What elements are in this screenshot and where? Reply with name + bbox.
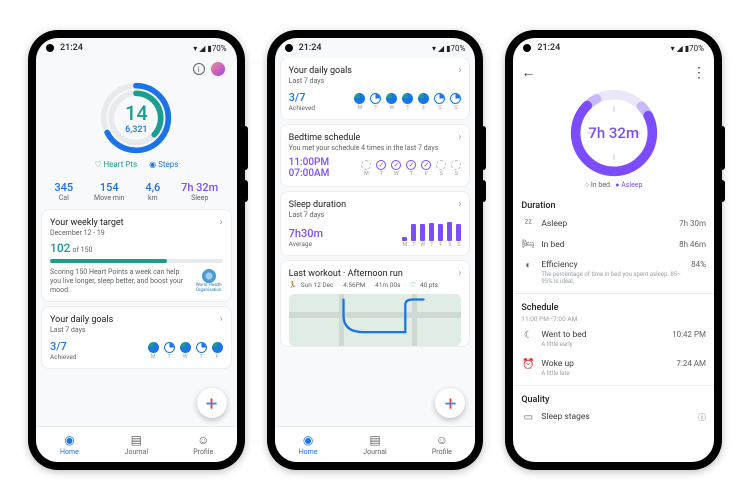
row-woke-up[interactable]: ⏰ Woke up A little late 7:24 AM — [513, 354, 714, 382]
alarm-icon: ⏰ — [521, 359, 535, 370]
bottom-nav: ◉Home ▤Journal ☺Profile — [275, 426, 476, 462]
weekly-range: December 12 - 19 — [50, 229, 223, 237]
info-icon[interactable]: i — [193, 63, 205, 75]
front-camera — [285, 44, 293, 52]
daily-goals-title: Your daily goals — [50, 315, 113, 325]
phone-1: 21:24 ▾ ◢ ▮ 70% i 14 — [28, 30, 245, 470]
quality-header: Quality — [513, 389, 714, 407]
row-inbed[interactable]: 🛏 In bed 8h 46m — [513, 234, 714, 255]
clock: 21:24 — [60, 43, 83, 53]
goal-day-dots: M T W T F — [148, 342, 223, 360]
home-icon: ◉ — [64, 433, 74, 447]
nav-home[interactable]: ◉Home — [36, 427, 103, 462]
row-sleep-stages[interactable]: ▭ Sleep stages ⓘ — [513, 407, 714, 428]
phone-2: 21:24 ▾ ◢ ▮ 70% Your daily goals › Last … — [267, 30, 484, 470]
avatar[interactable] — [211, 62, 225, 76]
chevron-right-icon: › — [458, 199, 461, 210]
nav-journal[interactable]: ▤Journal — [342, 427, 409, 462]
heart-pts-legend: ♡ Heart Pts — [94, 160, 137, 169]
fab-add[interactable] — [197, 388, 227, 418]
status-bar: 21:24 ▾ ◢ ▮ 70% — [275, 38, 476, 58]
daily-goals-card[interactable]: Your daily goals › Last 7 days 3/7 Achie… — [281, 58, 470, 119]
weekly-target-title: Your weekly target — [50, 218, 124, 228]
bottom-nav: ◉Home ▤Journal ☺Profile — [36, 426, 237, 462]
workout-map[interactable] — [289, 294, 462, 346]
steps-legend: ◉ Steps — [149, 160, 178, 169]
goals-fraction: 3/7 — [50, 340, 76, 353]
status-bar: 21:24 ▾ ◢ ▮ 70% — [36, 38, 237, 58]
overflow-menu[interactable]: ⋮ — [692, 65, 706, 81]
weekly-value: 102 — [50, 241, 70, 255]
journal-icon: ▤ — [131, 433, 142, 447]
front-camera — [46, 44, 54, 52]
stat-distance[interactable]: 4,6km — [145, 181, 160, 202]
stat-move[interactable]: 154Move min — [94, 181, 125, 202]
weekly-blurb: Scoring 150 Heart Points a week can help… — [50, 268, 189, 294]
signal-wifi-icons: ▾ ◢ ▮ — [193, 44, 212, 53]
bed-icon: 🛏 — [521, 239, 535, 250]
chevron-right-icon: › — [458, 132, 461, 143]
stat-cal[interactable]: 345Cal — [54, 181, 73, 202]
status-bar: 21:24 ▾ ◢ ▮ 70% — [513, 38, 714, 58]
moon-icon: ☾ — [521, 330, 535, 341]
daily-goals-sub: Last 7 days — [50, 326, 223, 334]
phone-3: 21:24 ▾ ◢ ▮ 70% ← ⋮ 7h 32m ○ In bed ● — [505, 30, 722, 470]
schedule-range: 11:00 PM–7:00 AM — [513, 315, 714, 325]
who-logo: World Health Organization — [195, 269, 223, 293]
sleep-duration-card[interactable]: Sleep duration › Last 7 days 7h30m Avera… — [281, 192, 470, 255]
nav-journal[interactable]: ▤Journal — [103, 427, 170, 462]
weekly-progress-bar — [50, 259, 223, 263]
heart-pts-value: 14 — [125, 101, 148, 125]
bedtime-ticks: M✓T✓W✓T✓FSS — [361, 160, 461, 177]
nav-profile[interactable]: ☺Profile — [170, 427, 237, 462]
stages-icon: ▭ — [521, 412, 535, 423]
sleep-bars: MTWTFSS — [402, 224, 461, 248]
goals-achieved-label: Achieved — [50, 353, 76, 361]
info-icon: ⓘ — [698, 412, 706, 423]
sleep-dial-value: 7h 32m — [568, 87, 660, 179]
efficiency-icon: ◐ — [521, 260, 535, 271]
chevron-right-icon: › — [220, 314, 223, 325]
row-asleep[interactable]: ᶻᶻ Asleep 7h 30m — [513, 213, 714, 234]
daily-goals-card[interactable]: Your daily goals › Last 7 days 3/7 Achie… — [42, 307, 231, 368]
steps-value: 6,321 — [125, 125, 147, 135]
sleep-duration-value: 7h30m — [289, 227, 323, 240]
run-icon: 🏃 — [289, 281, 297, 289]
stat-sleep[interactable]: 7h 32mSleep — [181, 181, 218, 202]
front-camera — [523, 44, 531, 52]
schedule-header: Schedule — [513, 297, 714, 315]
chevron-right-icon: › — [220, 217, 223, 228]
battery-label: 70% — [212, 44, 227, 53]
chevron-right-icon: › — [458, 268, 461, 279]
dial-legend: ○ In bed ● Asleep — [513, 181, 714, 189]
workout-meta: 🏃 Sun 12 Dec· 4:56PM· 41m 00s· ♡40 pts — [289, 281, 462, 289]
bedtime-end: 07:00AM — [289, 168, 330, 179]
sleep-dial[interactable]: 7h 32m — [568, 87, 660, 179]
duration-header: Duration — [513, 195, 714, 213]
profile-icon: ☺ — [197, 433, 209, 447]
asleep-icon: ᶻᶻ — [521, 218, 535, 229]
activity-ring[interactable]: 14 6,321 ♡ Heart Pts ◉ Steps — [42, 78, 231, 175]
weekly-of: of 150 — [72, 246, 92, 254]
last-workout-card[interactable]: Last workout · Afternoon run › 🏃 Sun 12 … — [281, 261, 470, 346]
back-button[interactable]: ← — [521, 64, 535, 81]
chevron-right-icon: › — [458, 65, 461, 76]
nav-home[interactable]: ◉Home — [275, 427, 342, 462]
weekly-target-card[interactable]: Your weekly target › December 12 - 19 10… — [42, 210, 231, 301]
nav-profile[interactable]: ☺Profile — [408, 427, 475, 462]
row-efficiency[interactable]: ◐ Efficiency The percentage of time in b… — [513, 255, 714, 290]
bedtime-card[interactable]: Bedtime schedule › You met your schedule… — [281, 125, 470, 186]
goal-day-dots: M T W T F S S — [354, 93, 461, 111]
summary-stats: 345Cal 154Move min 4,6km 7h 32mSleep — [42, 175, 231, 210]
bedtime-start: 11:00PM — [289, 157, 330, 168]
row-went-to-bed[interactable]: ☾ Went to bed A little early 10:42 PM — [513, 325, 714, 353]
